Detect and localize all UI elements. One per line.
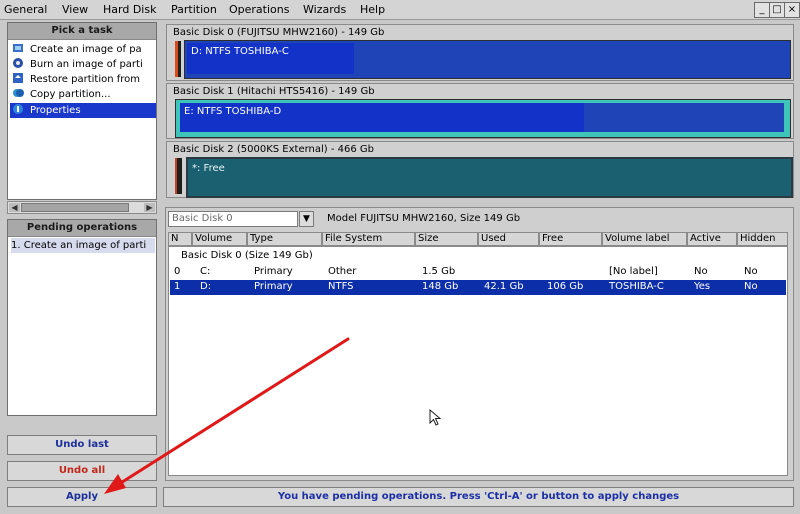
cell-type: Primary: [254, 266, 293, 277]
task-label: Properties: [30, 105, 81, 116]
cell-type: Primary: [254, 281, 293, 292]
copy-partition-icon: [13, 89, 24, 97]
disk-1-title: Basic Disk 1 (Hitachi HTS5416) - 149 Gb: [173, 86, 375, 97]
chevron-down-icon[interactable]: ▼: [299, 211, 314, 227]
table-group-label: Basic Disk 0 (Size 149 Gb): [181, 250, 313, 261]
menu-help[interactable]: Help: [360, 3, 385, 16]
disk-model-info: Model FUJITSU MHW2160, Size 149 Gb: [327, 213, 521, 224]
status-bar: You have pending operations. Press 'Ctrl…: [163, 487, 794, 507]
scroll-right-icon[interactable]: ▶: [144, 203, 155, 212]
cell-file-system: Other: [328, 266, 357, 277]
disk-0-small-partition[interactable]: [175, 41, 181, 77]
cell-volume: D:: [200, 281, 212, 292]
undo-all-button[interactable]: Undo all: [7, 461, 157, 481]
menu-partition[interactable]: Partition: [171, 3, 217, 16]
cell-volume-label: [No label]: [609, 266, 658, 277]
task-label: Burn an image of parti: [30, 59, 143, 70]
menu-general[interactable]: General: [4, 3, 47, 16]
task-label: Create an image of pa: [30, 44, 142, 55]
disk-2-title: Basic Disk 2 (5000KS External) - 466 Gb: [173, 144, 375, 155]
column-header-volume-label[interactable]: Volume label: [602, 232, 687, 246]
menu-hard-disk[interactable]: Hard Disk: [103, 3, 156, 16]
disk-2-panel[interactable]: Basic Disk 2 (5000KS External) - 466 Gb …: [166, 141, 794, 198]
minimize-button[interactable]: _: [754, 2, 770, 18]
column-header-n[interactable]: N: [168, 232, 192, 246]
cell-n: 0: [174, 266, 181, 277]
task-create-image[interactable]: Create an image of pa: [12, 42, 154, 57]
task-label: Copy partition...: [30, 89, 111, 100]
disk-2-small-partition[interactable]: [175, 158, 182, 194]
scroll-thumb[interactable]: [21, 203, 129, 212]
maximize-button[interactable]: □: [769, 2, 785, 18]
task-restore-partition[interactable]: Restore partition from: [12, 72, 154, 87]
task-scrollbar[interactable]: ◀ ▶: [7, 201, 157, 214]
menu-operations[interactable]: Operations: [229, 3, 289, 16]
column-header-volume[interactable]: Volume: [192, 232, 247, 246]
disk-2-partition-label: *: Free: [192, 163, 225, 174]
task-properties[interactable]: Properties: [10, 103, 156, 118]
column-header-file-system[interactable]: File System: [322, 232, 415, 246]
cell-file-system: NTFS: [328, 281, 354, 292]
column-header-size[interactable]: Size: [415, 232, 478, 246]
cell-volume: C:: [200, 266, 211, 277]
column-header-active[interactable]: Active: [687, 232, 737, 246]
disk-2-free-space[interactable]: *: Free: [186, 157, 793, 198]
disk-0-partition-d[interactable]: D: NTFS TOSHIBA-C: [184, 40, 791, 79]
close-button[interactable]: ×: [784, 2, 800, 18]
task-burn-image[interactable]: Burn an image of parti: [12, 57, 154, 72]
undo-last-button[interactable]: Undo last: [7, 435, 157, 455]
disk-image-icon: [13, 44, 23, 52]
column-header-used[interactable]: Used: [478, 232, 539, 246]
restore-icon: [13, 73, 23, 83]
burn-icon: [13, 58, 23, 68]
disk-select[interactable]: Basic Disk 0: [168, 211, 298, 227]
cell-hidden: No: [744, 266, 758, 277]
cell-size: 148 Gb: [422, 281, 459, 292]
cell-volume-label: TOSHIBA-C: [609, 281, 664, 292]
cell-size: 1.5 Gb: [422, 266, 456, 277]
cell-active: No: [694, 266, 708, 277]
disk-1-partition-e[interactable]: E: NTFS TOSHIBA-D: [175, 99, 791, 138]
cell-n: 1: [174, 281, 181, 292]
column-header-hidden[interactable]: Hidden: [737, 232, 788, 246]
task-panel-title: Pick a task: [8, 23, 156, 40]
properties-icon: [13, 104, 23, 114]
disk-0-title: Basic Disk 0 (FUJITSU MHW2160) - 149 Gb: [173, 27, 385, 38]
disk-0-panel[interactable]: Basic Disk 0 (FUJITSU MHW2160) - 149 Gb …: [166, 24, 794, 81]
scroll-left-icon[interactable]: ◀: [9, 203, 20, 212]
disk-0-partition-label: D: NTFS TOSHIBA-C: [191, 46, 289, 57]
disk-1-panel[interactable]: Basic Disk 1 (Hitachi HTS5416) - 149 Gb …: [166, 83, 794, 139]
column-header-type[interactable]: Type: [247, 232, 322, 246]
pending-item-label: 1. Create an image of parti: [11, 240, 147, 251]
menu-wizards[interactable]: Wizards: [303, 3, 346, 16]
cell-active: Yes: [694, 281, 711, 292]
mouse-cursor-icon: [429, 409, 442, 426]
cell-used: 42.1 Gb: [484, 281, 524, 292]
disk-1-partition-label: E: NTFS TOSHIBA-D: [184, 106, 282, 117]
pending-panel-title: Pending operations: [8, 220, 156, 237]
task-panel: Pick a task Create an image of pa Burn a…: [7, 22, 157, 200]
pending-panel: Pending operations 1. Create an image of…: [7, 219, 157, 416]
cell-hidden: No: [744, 281, 758, 292]
apply-button[interactable]: Apply: [7, 487, 157, 507]
cell-free: 106 Gb: [547, 281, 584, 292]
menu-view[interactable]: View: [62, 3, 88, 16]
pending-item[interactable]: 1. Create an image of parti: [11, 238, 155, 253]
task-label: Restore partition from: [30, 74, 141, 85]
task-copy-partition[interactable]: Copy partition...: [12, 87, 154, 102]
column-header-free[interactable]: Free: [539, 232, 602, 246]
table-row-selected[interactable]: 1 D: Primary NTFS 148 Gb 42.1 Gb 106 Gb …: [170, 280, 786, 295]
table-row[interactable]: 0 C: Primary Other 1.5 Gb [No label] No …: [170, 265, 786, 279]
menu-bar: General View Hard Disk Partition Operati…: [0, 0, 800, 20]
